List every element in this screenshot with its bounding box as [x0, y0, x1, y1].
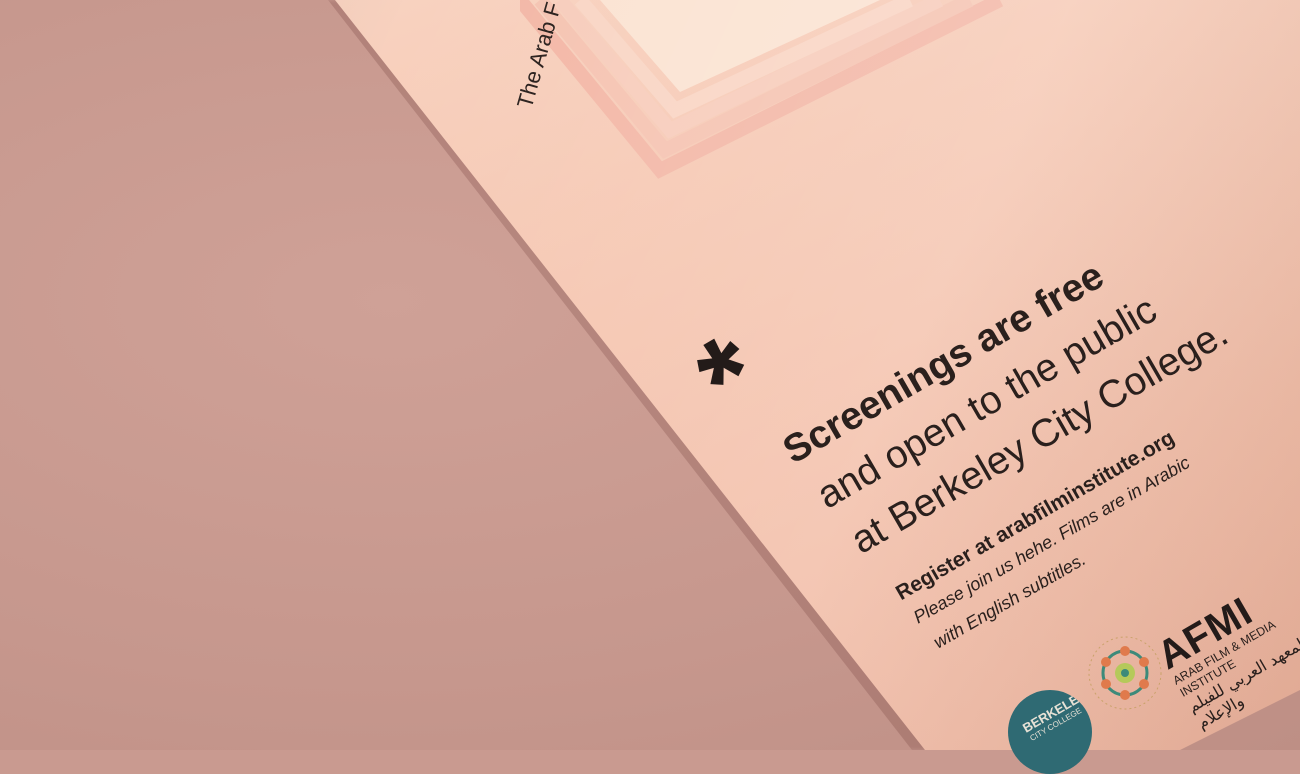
poster-content: The Arab F * Screenings are free and ope…	[0, 0, 1300, 750]
vertical-title-text: The Arab F	[512, 0, 567, 111]
college-badge-text: BERKELEY CITY COLLEGE	[1020, 693, 1084, 744]
berkeley-city-college-badge: BERKELEY CITY COLLEGE	[1008, 690, 1092, 774]
afmi-logo: AFMI ARAB FILM & MEDIA INSTITUTE المعهد …	[1150, 565, 1300, 733]
asterisk-icon: *	[679, 314, 779, 441]
